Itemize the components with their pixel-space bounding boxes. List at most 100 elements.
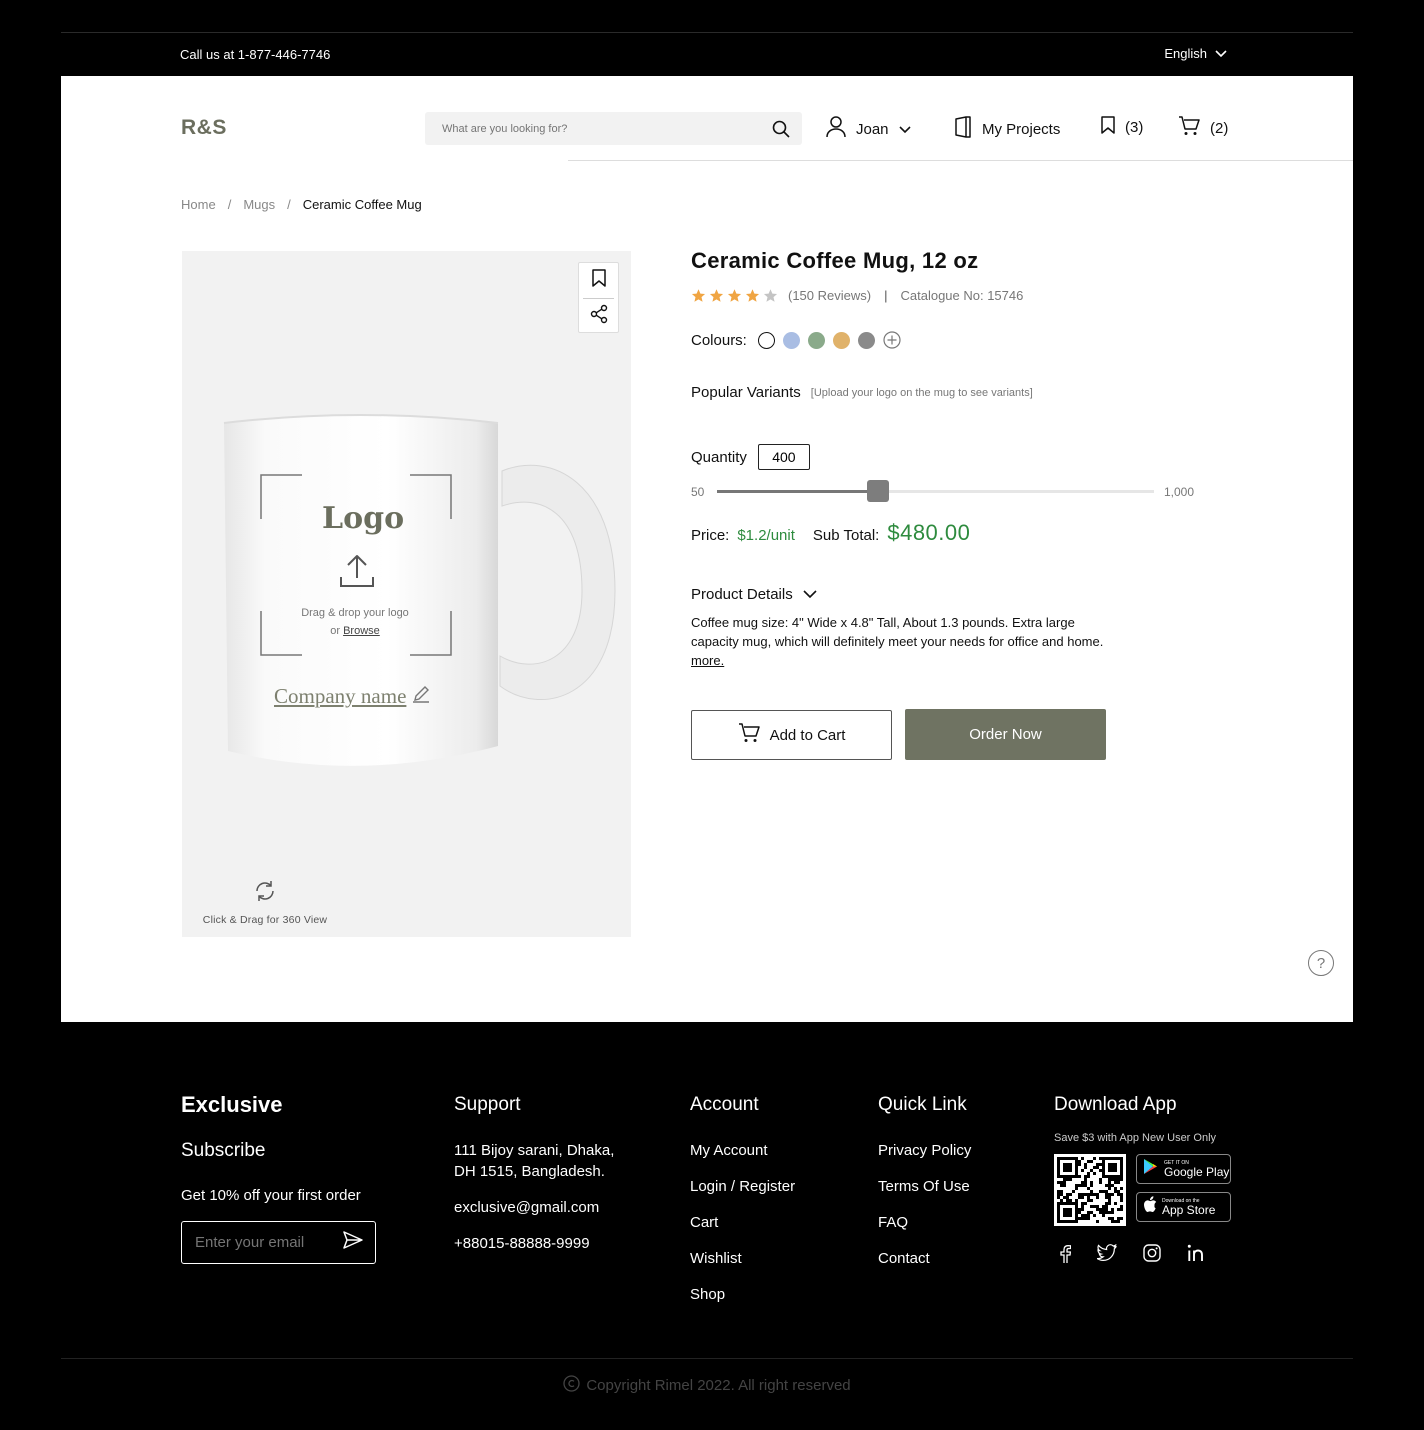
or-text: or <box>330 625 341 637</box>
slider-thumb[interactable] <box>867 480 889 502</box>
colour-swatch[interactable] <box>757 331 775 349</box>
slider-track[interactable] <box>717 480 1154 502</box>
company-name-field[interactable]: Company name <box>274 684 430 709</box>
footer-link-my-account[interactable]: My Account <box>690 1140 795 1161</box>
footer-divider <box>61 1358 1353 1359</box>
colour-swatch[interactable] <box>857 331 875 349</box>
send-icon[interactable] <box>343 1231 363 1254</box>
facebook-icon[interactable] <box>1059 1244 1071 1264</box>
my-projects-link[interactable]: My Projects <box>954 116 1060 142</box>
footer-link-contact[interactable]: Contact <box>878 1248 971 1269</box>
unit-price: $1.2/unit <box>737 527 795 544</box>
user-name: Joan <box>856 120 889 138</box>
rating-stars <box>691 288 778 303</box>
google-play-button[interactable]: GET IT ON Google Play <box>1136 1154 1231 1184</box>
user-icon <box>826 116 846 142</box>
footer-link-privacy[interactable]: Privacy Policy <box>878 1140 971 1161</box>
colour-swatch[interactable] <box>782 331 800 349</box>
product-rating: (150 Reviews) | Catalogue No: 15746 <box>691 288 1023 303</box>
footer-link-cart[interactable]: Cart <box>690 1212 795 1233</box>
email-subscribe-field <box>181 1221 376 1264</box>
bookmark-icon <box>591 269 606 292</box>
search-bar <box>425 112 802 145</box>
add-to-cart-button[interactable]: Add to Cart <box>691 710 892 760</box>
language-selector[interactable]: English <box>1164 46 1227 61</box>
logo-upload-area[interactable]: Logo Drag & drop your logo or Browse Com… <box>182 251 631 937</box>
search-icon[interactable] <box>772 120 790 143</box>
my-projects-label: My Projects <box>982 120 1061 138</box>
footer-quick-links-column: Quick Link Privacy Policy Terms Of Use F… <box>878 1094 971 1284</box>
footer-link-faq[interactable]: FAQ <box>878 1212 971 1233</box>
colour-swatch[interactable] <box>807 331 825 349</box>
footer-support-column: Support 111 Bijoy sarani, Dhaka, DH 1515… <box>454 1094 614 1269</box>
slider-fill <box>717 490 878 493</box>
colours-label: Colours: <box>691 331 747 349</box>
company-name-text: Company name <box>274 684 407 708</box>
breadcrumb-home[interactable]: Home <box>181 197 216 212</box>
quantity-input[interactable] <box>757 444 810 470</box>
breadcrumb: Home / Mugs / Ceramic Coffee Mug <box>181 197 422 212</box>
add-to-cart-label: Add to Cart <box>769 726 846 744</box>
support-phone[interactable]: +88015-88888-9999 <box>454 1233 614 1254</box>
browse-link[interactable]: Browse <box>343 625 380 637</box>
order-now-button[interactable]: Order Now <box>905 709 1106 760</box>
linkedin-icon[interactable] <box>1187 1244 1205 1264</box>
star-icon <box>763 289 778 302</box>
cart-count: (2) <box>1210 119 1229 137</box>
view-360-label: Click & Drag for 360 View <box>202 914 328 926</box>
saved-count: (3) <box>1125 118 1144 136</box>
support-email[interactable]: exclusive@gmail.com <box>454 1197 614 1218</box>
footer-link-shop[interactable]: Shop <box>690 1284 795 1305</box>
divider: | <box>884 288 888 303</box>
language-label: English <box>1164 46 1207 61</box>
call-us-text: Call us at 1-877-446-7746 <box>180 47 331 62</box>
quantity-slider[interactable]: 50 1,000 <box>691 480 1211 502</box>
subscribe-offer: Get 10% off your first order <box>181 1187 361 1204</box>
instagram-icon[interactable] <box>1143 1244 1161 1264</box>
image-actions <box>578 262 619 333</box>
cart-icon <box>738 723 760 747</box>
footer-link-wishlist[interactable]: Wishlist <box>690 1248 795 1269</box>
product-image-editor[interactable]: Logo Drag & drop your logo or Browse Com… <box>182 251 631 937</box>
app-store-button[interactable]: Download on the App Store <box>1136 1192 1231 1222</box>
variants-label: Popular Variants <box>691 384 801 401</box>
google-play-large: Google Play <box>1164 1164 1230 1179</box>
star-icon <box>727 289 742 302</box>
rotate-icon <box>253 879 277 906</box>
site-logo[interactable]: R&S <box>181 116 227 140</box>
breadcrumb-current: Ceramic Coffee Mug <box>302 197 422 212</box>
view-360-control[interactable]: Click & Drag for 360 View <box>200 879 330 926</box>
header-divider <box>568 160 1353 161</box>
bookmark-icon <box>1101 116 1115 138</box>
drag-drop-hint: Drag & drop your logo or Browse <box>242 604 468 640</box>
bookmark-button[interactable] <box>579 263 618 298</box>
reviews-link[interactable]: (150 Reviews) <box>788 288 871 303</box>
share-button[interactable] <box>579 299 618 334</box>
cart-icon <box>1178 116 1200 140</box>
breadcrumb-mugs[interactable]: Mugs <box>243 197 275 212</box>
logo-placeholder: Logo <box>322 501 405 536</box>
chevron-down-icon <box>1215 46 1227 61</box>
search-input[interactable] <box>425 112 745 145</box>
saved-items-link[interactable]: (3) <box>1101 116 1143 138</box>
upload-icon[interactable] <box>339 553 375 594</box>
product-details-text: Coffee mug size: 4" Wide x 4.8" Tall, Ab… <box>691 613 1111 670</box>
chevron-down-icon <box>803 586 817 603</box>
product-details-toggle[interactable]: Product Details <box>691 586 817 603</box>
pricing: Price: $1.2/unit Sub Total: $480.00 <box>691 520 970 546</box>
twitter-icon[interactable] <box>1097 1244 1117 1264</box>
variants-hint: [Upload your logo on the mug to see vari… <box>810 386 1033 399</box>
help-button[interactable]: ? <box>1308 950 1334 976</box>
qr-code[interactable] <box>1054 1154 1126 1226</box>
add-colour-icon[interactable] <box>883 331 901 349</box>
footer-link-terms[interactable]: Terms Of Use <box>878 1176 971 1197</box>
colour-swatch[interactable] <box>832 331 850 349</box>
more-link[interactable]: more. <box>691 653 724 668</box>
quantity-label: Quantity <box>691 448 747 466</box>
email-input[interactable] <box>195 1234 335 1251</box>
quick-link-title: Quick Link <box>878 1094 967 1115</box>
user-menu[interactable]: Joan <box>826 116 911 142</box>
star-icon <box>745 289 760 302</box>
footer-link-login-register[interactable]: Login / Register <box>690 1176 795 1197</box>
cart-link[interactable]: (2) <box>1178 116 1228 140</box>
